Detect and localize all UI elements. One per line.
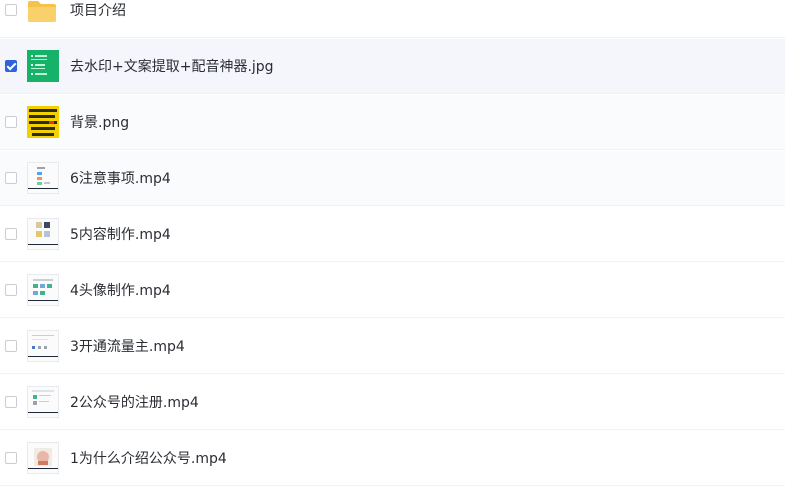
file-name[interactable]: 去水印+文案提取+配音神器.jpg — [70, 56, 274, 76]
video-thumbnail — [27, 274, 59, 306]
row-checkbox[interactable] — [5, 4, 17, 16]
file-name[interactable]: 4头像制作.mp4 — [70, 280, 171, 300]
file-row[interactable]: 项目介绍 — [0, 0, 785, 38]
file-row[interactable]: 5内容制作.mp4 — [0, 207, 785, 262]
file-row[interactable]: 2公众号的注册.mp4 — [0, 375, 785, 430]
file-row[interactable]: 6注意事项.mp4 — [0, 151, 785, 206]
video-thumbnail — [27, 330, 59, 362]
file-name[interactable]: 2公众号的注册.mp4 — [70, 392, 199, 412]
file-name[interactable]: 3开通流量主.mp4 — [70, 336, 185, 356]
folder-icon — [27, 0, 59, 23]
video-thumbnail — [27, 442, 59, 474]
row-checkbox[interactable] — [5, 228, 17, 240]
row-checkbox[interactable] — [5, 340, 17, 352]
row-checkbox[interactable] — [5, 284, 17, 296]
row-checkbox[interactable] — [5, 452, 17, 464]
row-checkbox[interactable] — [5, 116, 17, 128]
file-name[interactable]: 项目介绍 — [70, 0, 126, 20]
file-row[interactable]: 3开通流量主.mp4 — [0, 319, 785, 374]
file-name[interactable]: 6注意事项.mp4 — [70, 168, 171, 188]
row-checkbox[interactable] — [5, 172, 17, 184]
file-name[interactable]: 5内容制作.mp4 — [70, 224, 171, 244]
row-checkbox-checked[interactable] — [5, 60, 17, 72]
image-thumbnail — [27, 106, 59, 138]
file-name[interactable]: 1为什么介绍公众号.mp4 — [70, 448, 227, 468]
video-thumbnail — [27, 218, 59, 250]
file-name[interactable]: 背景.png — [70, 112, 129, 132]
video-thumbnail — [27, 386, 59, 418]
file-row[interactable]: 背景.png — [0, 95, 785, 150]
file-row[interactable]: 1为什么介绍公众号.mp4 — [0, 431, 785, 486]
file-row[interactable]: 4头像制作.mp4 — [0, 263, 785, 318]
video-thumbnail — [27, 162, 59, 194]
image-thumbnail — [27, 50, 59, 82]
row-checkbox[interactable] — [5, 396, 17, 408]
file-list: 项目介绍 去水印+文案提取+配音神器.jpg 背景.png 6注意事项.mp4 … — [0, 0, 785, 489]
file-row-selected[interactable]: 去水印+文案提取+配音神器.jpg — [0, 39, 785, 94]
